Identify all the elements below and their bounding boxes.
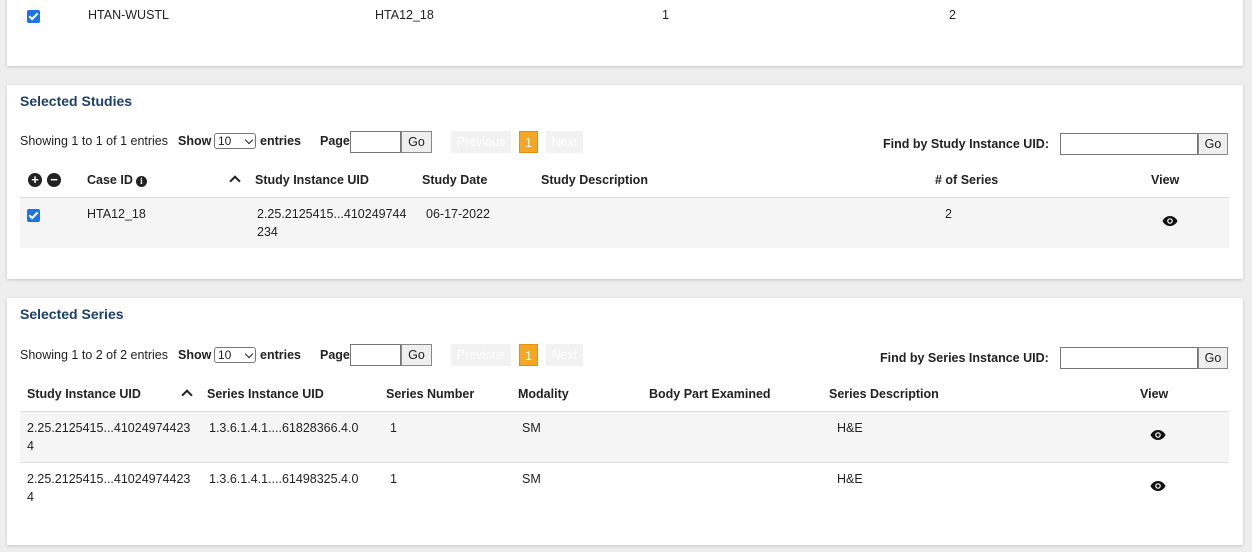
sort-up-icon[interactable]: [229, 175, 241, 187]
col-study-uid[interactable]: Study Instance UID: [27, 387, 141, 401]
cell-modality: SM: [522, 472, 541, 486]
chevron-down-icon: [244, 349, 254, 359]
col-view: View: [1140, 387, 1169, 401]
sort-up-icon[interactable]: [181, 389, 193, 401]
info-icon[interactable]: i: [135, 176, 147, 187]
cell-case-id: HTA12_18: [87, 207, 146, 221]
plus-circle-icon[interactable]: +: [28, 173, 42, 187]
col-series-uid[interactable]: Series Instance UID: [207, 387, 324, 401]
col-study-uid[interactable]: Study Instance UID: [255, 173, 369, 187]
num-series: 2: [949, 8, 956, 22]
minus-circle-icon[interactable]: −: [47, 173, 61, 187]
chevron-down-icon: [244, 135, 254, 145]
current-page-button[interactable]: 1: [519, 344, 538, 366]
cell-series-description: H&E: [837, 472, 863, 486]
page-label: Page: [320, 134, 350, 148]
eye-icon[interactable]: [1150, 480, 1166, 492]
col-study-description[interactable]: Study Description: [541, 173, 648, 187]
table-row: 2.25.2125415...41024974423 4 1.3.6.1.4.1…: [20, 463, 1229, 513]
previous-button[interactable]: Previous: [451, 131, 511, 153]
entries-info: Showing 1 to 2 of 2 entries: [20, 348, 169, 362]
next-button[interactable]: Next: [546, 131, 583, 153]
col-case-id[interactable]: Case ID i: [87, 173, 147, 187]
col-study-date[interactable]: Study Date: [422, 173, 487, 187]
cell-study-uid-line1: 2.25.2125415...410249744: [257, 207, 407, 221]
entries-info: Showing 1 to 1 of 1 entries: [20, 134, 169, 148]
cell-study-uid-line2: 4: [27, 490, 34, 504]
page-label: Page: [320, 348, 350, 362]
find-label: Find by Series Instance UID:: [880, 351, 1049, 365]
previous-button[interactable]: Previous: [451, 344, 511, 366]
collection-name: HTAN-WUSTL: [88, 8, 170, 22]
selected-studies-panel: Selected Studies Showing 1 to 1 of 1 ent…: [7, 85, 1243, 279]
eye-icon[interactable]: [1150, 429, 1166, 441]
page-size-select[interactable]: 10: [214, 133, 256, 149]
cell-series-uid: 1.3.6.1.4.1....61498325.4.0: [209, 472, 359, 486]
cell-series-number: 1: [390, 472, 397, 486]
num-studies: 1: [662, 8, 669, 22]
cell-study-uid-line2: 234: [257, 225, 278, 239]
col-num-series[interactable]: # of Series: [935, 173, 998, 187]
entries-label: entries: [260, 134, 301, 148]
col-series-description[interactable]: Series Description: [829, 387, 939, 401]
eye-icon[interactable]: [1162, 215, 1178, 227]
cell-num-series: 2: [945, 207, 952, 221]
row-checkbox[interactable]: [27, 209, 40, 222]
case-id: HTA12_18: [375, 8, 434, 22]
cell-study-uid-line1: 2.25.2125415...41024974423: [27, 421, 191, 435]
col-body-part[interactable]: Body Part Examined: [649, 387, 771, 401]
find-series-uid-input[interactable]: [1060, 347, 1198, 369]
cell-study-date: 06-17-2022: [426, 207, 490, 221]
next-button[interactable]: Next: [546, 344, 583, 366]
show-label: Show: [178, 348, 212, 362]
entries-label: entries: [260, 348, 301, 362]
cell-modality: SM: [522, 421, 541, 435]
cell-series-number: 1: [390, 421, 397, 435]
selected-series-panel: Selected Series Showing 1 to 2 of 2 entr…: [7, 298, 1243, 545]
find-label: Find by Study Instance UID:: [883, 137, 1049, 151]
find-study-uid-input[interactable]: [1060, 133, 1198, 155]
find-go-button[interactable]: Go: [1198, 347, 1228, 369]
page-size-value: 10: [218, 134, 232, 148]
page-go-button[interactable]: Go: [401, 131, 432, 153]
page-go-button[interactable]: Go: [401, 344, 432, 366]
section-title: Selected Series: [20, 306, 124, 322]
col-series-number[interactable]: Series Number: [386, 387, 474, 401]
col-view: View: [1151, 173, 1180, 187]
cell-study-uid-line2: 4: [27, 439, 34, 453]
col-case-id-label: Case ID: [87, 173, 133, 187]
page-size-value: 10: [218, 348, 232, 362]
cell-series-description: H&E: [837, 421, 863, 435]
col-modality[interactable]: Modality: [518, 387, 569, 401]
page-size-select[interactable]: 10: [214, 347, 256, 363]
table-row: 2.25.2125415...41024974423 4 1.3.6.1.4.1…: [20, 412, 1229, 462]
section-title: Selected Studies: [20, 93, 133, 109]
cell-study-uid-line1: 2.25.2125415...41024974423: [27, 472, 191, 486]
collections-panel: HTAN-WUSTL HTA12_18 1 2: [7, 0, 1243, 66]
find-go-button[interactable]: Go: [1198, 133, 1228, 155]
table-row: HTA12_18 2.25.2125415...410249744 234 06…: [20, 198, 1229, 248]
cell-series-uid: 1.3.6.1.4.1....61828366.4.0: [209, 421, 359, 435]
collection-row-checkbox[interactable]: [27, 10, 40, 23]
page-number-input[interactable]: [350, 131, 401, 153]
page-number-input[interactable]: [350, 344, 401, 366]
current-page-button[interactable]: 1: [519, 131, 538, 153]
show-label: Show: [178, 134, 212, 148]
